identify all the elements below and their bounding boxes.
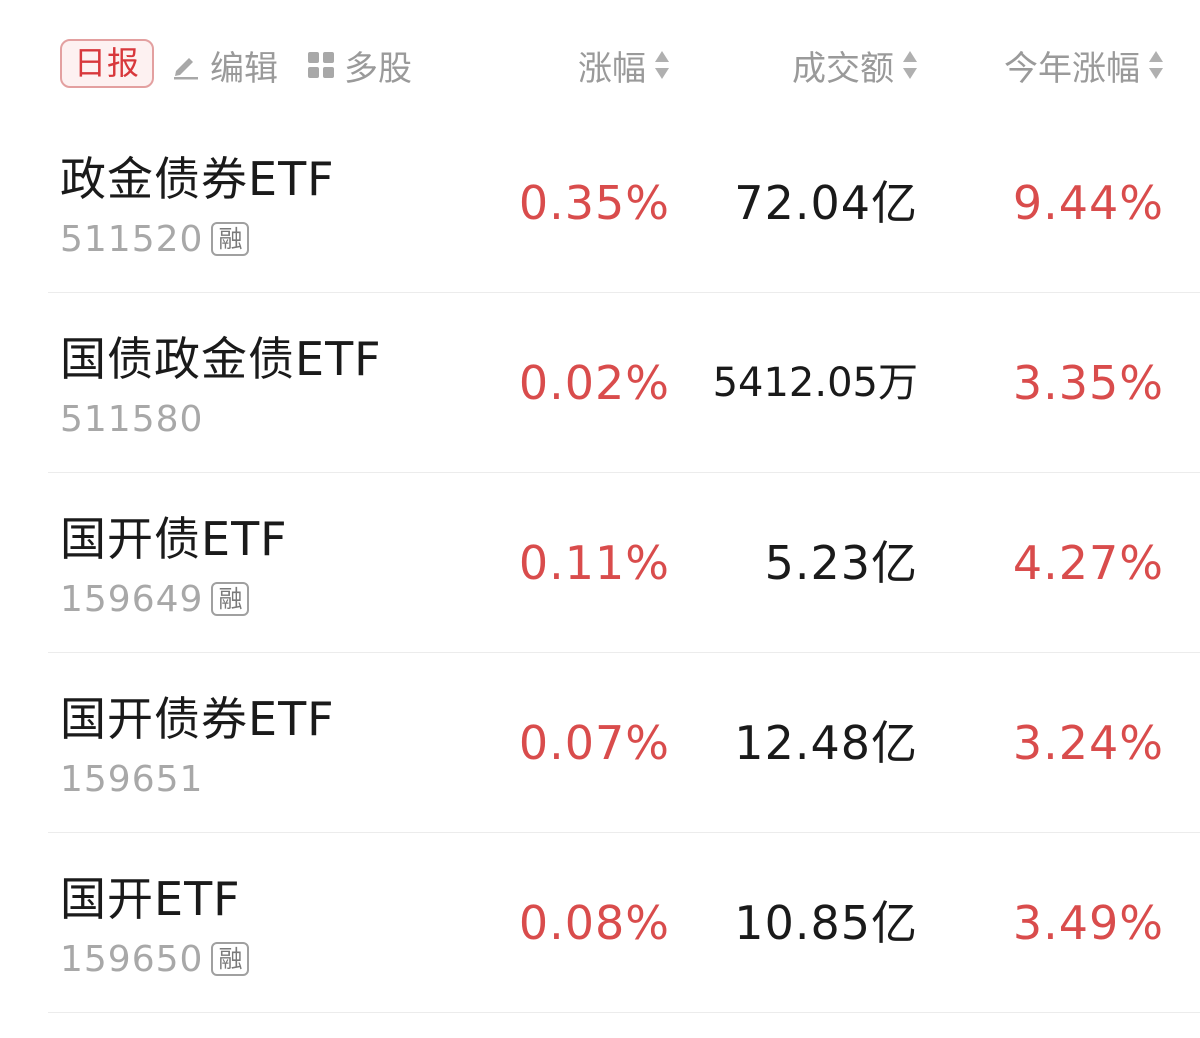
margin-badge: 融	[211, 942, 250, 976]
etf-code: 511520	[60, 218, 204, 260]
grid-icon	[306, 50, 336, 80]
etf-code: 511580	[60, 398, 204, 440]
period-tab-daily[interactable]: 日报	[60, 39, 154, 88]
list-header: 日报 编辑 多股 涨幅 成交额 今年涨幅	[0, 0, 1200, 130]
margin-badge: 融	[211, 582, 250, 616]
column-header-ytd[interactable]: 今年涨幅	[1004, 40, 1164, 90]
etf-code-group: 511520 融	[60, 218, 250, 260]
volume-value: 5412.05万	[712, 360, 918, 406]
column-header-volume-label: 成交额	[792, 48, 894, 89]
table-row[interactable]: 国债政金债ETF 511580 0.02% 5412.05万 3.35%	[0, 293, 1200, 473]
ytd-value: 9.44%	[1012, 176, 1164, 230]
etf-code-group: 159651	[60, 758, 204, 800]
ytd-value: 4.27%	[1012, 536, 1164, 590]
edit-label: 编辑	[210, 48, 278, 89]
etf-name: 国开ETF	[60, 872, 241, 926]
volume-value: 10.85亿	[734, 896, 918, 950]
sort-icon	[1148, 49, 1164, 81]
edit-button[interactable]: 编辑	[170, 40, 278, 90]
multi-stock-label: 多股	[344, 48, 412, 89]
change-value: 0.07%	[518, 716, 670, 770]
etf-code-group: 159650 融	[60, 938, 250, 980]
etf-name: 国开债ETF	[60, 512, 288, 566]
table-row[interactable]: 政金债券ETF 511520 融 0.35% 72.04亿 9.44%	[0, 113, 1200, 293]
sort-icon	[654, 49, 670, 81]
pencil-icon	[170, 49, 202, 81]
table-row[interactable]: 国开债券ETF 159651 0.07% 12.48亿 3.24%	[0, 653, 1200, 833]
etf-code-group: 511580	[60, 398, 204, 440]
etf-name: 国债政金债ETF	[60, 332, 382, 386]
etf-list: 政金债券ETF 511520 融 0.35% 72.04亿 9.44% 国债政金…	[0, 113, 1200, 1013]
etf-code: 159651	[60, 758, 204, 800]
change-value: 0.02%	[518, 356, 670, 410]
ytd-value: 3.24%	[1012, 716, 1164, 770]
column-header-change-label: 涨幅	[578, 48, 646, 89]
table-row[interactable]: 国开债ETF 159649 融 0.11% 5.23亿 4.27%	[0, 473, 1200, 653]
etf-name: 政金债券ETF	[60, 152, 335, 206]
multi-stock-button[interactable]: 多股	[306, 40, 412, 90]
sort-icon	[902, 49, 918, 81]
column-header-ytd-label: 今年涨幅	[1004, 48, 1140, 89]
etf-name: 国开债券ETF	[60, 692, 335, 746]
ytd-value: 3.35%	[1012, 356, 1164, 410]
change-value: 0.11%	[518, 536, 670, 590]
table-row[interactable]: 国开ETF 159650 融 0.08% 10.85亿 3.49%	[0, 833, 1200, 1013]
change-value: 0.35%	[518, 176, 670, 230]
etf-code: 159650	[60, 938, 204, 980]
etf-code: 159649	[60, 578, 204, 620]
ytd-value: 3.49%	[1012, 896, 1164, 950]
change-value: 0.08%	[518, 896, 670, 950]
column-header-change[interactable]: 涨幅	[578, 40, 670, 90]
volume-value: 12.48亿	[734, 716, 918, 770]
etf-code-group: 159649 融	[60, 578, 250, 620]
volume-value: 72.04亿	[734, 176, 918, 230]
volume-value: 5.23亿	[764, 536, 918, 590]
margin-badge: 融	[211, 222, 250, 256]
column-header-volume[interactable]: 成交额	[792, 40, 918, 90]
